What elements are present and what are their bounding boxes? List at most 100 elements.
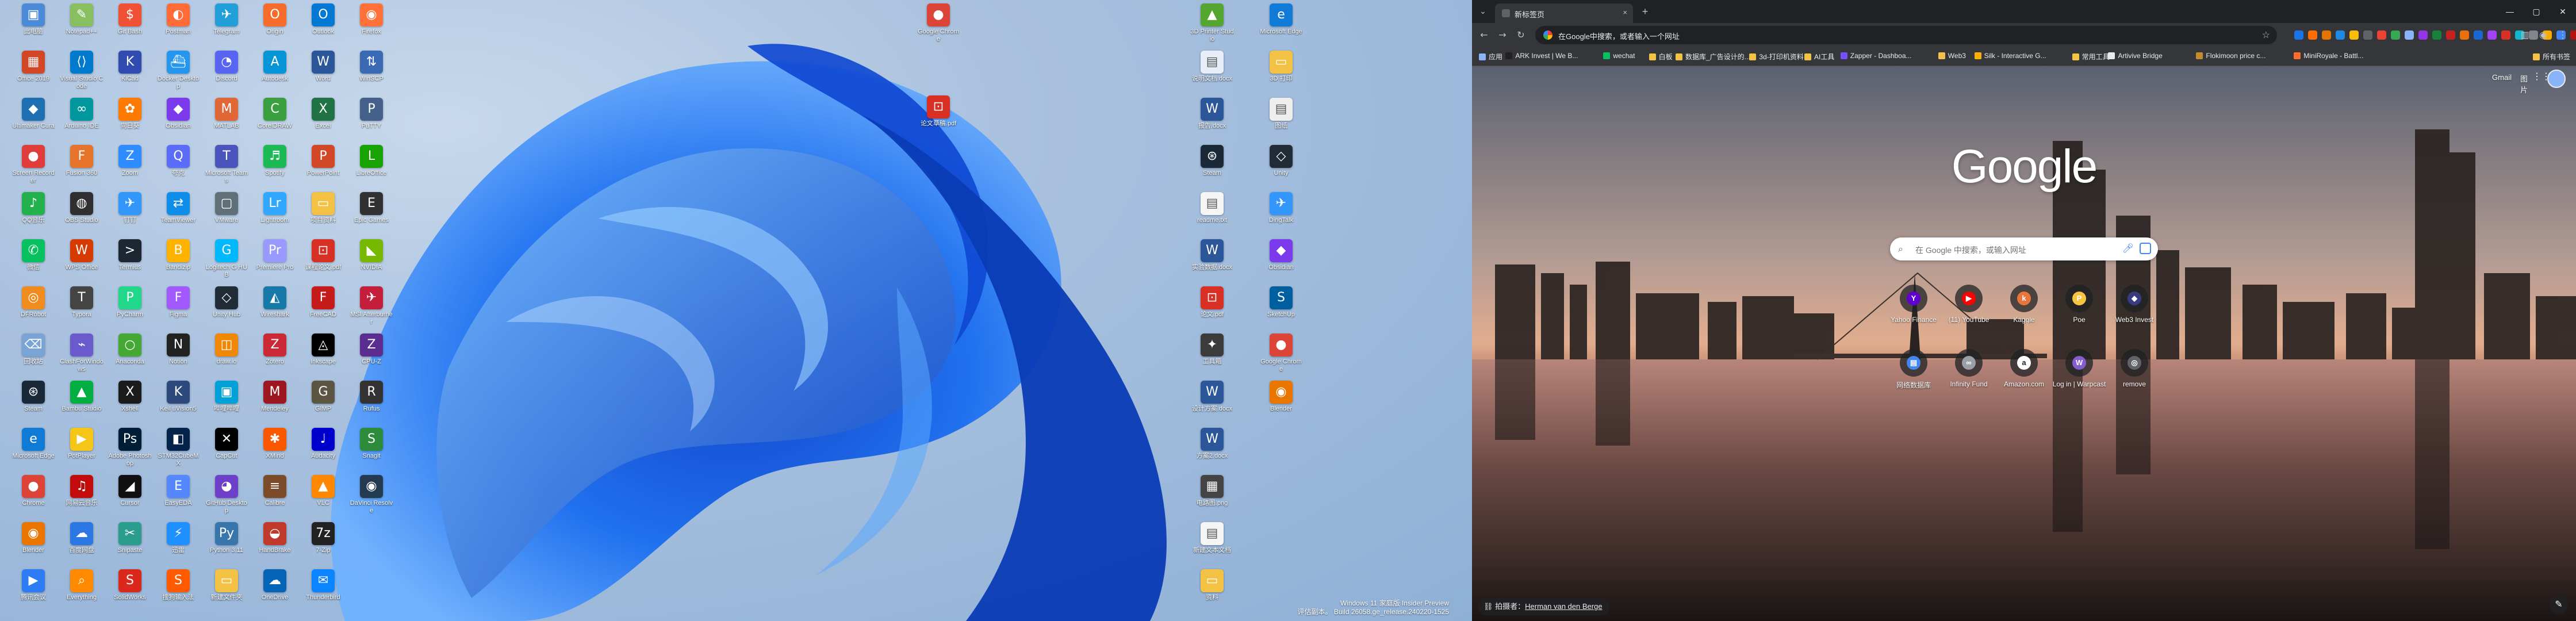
desktop-icon[interactable]: G GIMP: [301, 379, 345, 413]
ntp-search-box[interactable]: ⌕ 在 Google 中搜索，或输入网址 🎤︎: [1890, 237, 2158, 260]
desktop-icon[interactable]: C CorelDRAW: [253, 97, 297, 130]
bookmark-item[interactable]: wechat: [1603, 52, 1635, 60]
desktop-icon[interactable]: ◇ Unity Hub: [205, 285, 248, 319]
desktop-icon[interactable]: E Epic Games: [350, 191, 393, 224]
desktop-icon[interactable]: ◔ Discord: [205, 49, 248, 83]
desktop-icon[interactable]: 7z 7-Zip: [301, 521, 345, 554]
desktop-icon[interactable]: ⊡ 论文.pdf: [1190, 285, 1234, 319]
desktop-icon[interactable]: ● Google Chrome: [917, 2, 960, 43]
extension-icon[interactable]: [2570, 30, 2576, 40]
bookmark-item[interactable]: Web3: [1938, 52, 1966, 60]
desktop-icon[interactable]: ✱ XMind: [253, 427, 297, 460]
desktop-icon[interactable]: W 设计方案.docx: [1190, 379, 1234, 413]
desktop-icon[interactable]: S Snagit: [350, 427, 393, 460]
bookmark-item[interactable]: Flokimoon price c...: [2196, 52, 2266, 60]
bookmark-item[interactable]: 数据库_广告设计的...: [1676, 52, 1750, 62]
extension-icon[interactable]: [2308, 30, 2317, 40]
desktop-icon[interactable]: ✈ DingTalk: [1259, 191, 1303, 224]
desktop-icon[interactable]: > Termius: [108, 238, 152, 271]
desktop-icon[interactable]: ◭ Wireshark: [253, 285, 297, 319]
shortcut-tile[interactable]: W Log in | Warpcast: [2052, 349, 2107, 388]
desktop-icon[interactable]: ▭ 资料: [1190, 568, 1234, 601]
close-window-button[interactable]: ✕: [2550, 0, 2576, 23]
desktop-icon[interactable]: K Keil uVision5: [156, 379, 200, 413]
desktop-icon[interactable]: W 报告.docx: [1190, 97, 1234, 130]
images-link[interactable]: 图片: [2520, 73, 2528, 95]
desktop-icon[interactable]: ◉ Blender: [12, 521, 55, 554]
desktop-icon[interactable]: Z CPU-Z: [350, 332, 393, 366]
desktop-icon[interactable]: ▲ 3D Printer Studio: [1190, 2, 1234, 43]
desktop-icon[interactable]: ▦ 电路图.png: [1190, 474, 1234, 507]
desktop-icon[interactable]: P PuTTY: [350, 97, 393, 130]
desktop-icon[interactable]: e Microsoft Edge: [1259, 2, 1303, 36]
desktop-icon[interactable]: ▭ 项目资料: [301, 191, 345, 224]
desktop-icon[interactable]: M MATLAB: [205, 97, 248, 130]
desktop-icon[interactable]: ♫ 网易云音乐: [60, 474, 103, 507]
desktop-icon[interactable]: Z Zoom: [108, 144, 152, 177]
desktop-icon[interactable]: N Notion: [156, 332, 200, 366]
desktop-icon[interactable]: ◣ NVIDIA: [350, 238, 393, 271]
desktop-icon[interactable]: ✂ Snipaste: [108, 521, 152, 554]
voice-search-icon[interactable]: 🎤︎: [2122, 243, 2134, 254]
desktop-icon[interactable]: S 搜狗输入法: [156, 568, 200, 601]
desktop-icon[interactable]: ⌁ ClashForWindows: [60, 332, 103, 373]
account-avatar[interactable]: [2547, 70, 2566, 88]
shortcut-tile[interactable]: ◎ remove: [2107, 349, 2162, 388]
shortcut-tile[interactable]: ∞ Infinity Fund: [1941, 349, 1996, 388]
desktop-icon[interactable]: ✕ CapCut: [205, 427, 248, 460]
desktop-icon[interactable]: ≡ Calibre: [253, 474, 297, 507]
extension-icon[interactable]: [2487, 30, 2497, 40]
desktop-icon[interactable]: T Microsoft Teams: [205, 144, 248, 185]
desktop-icon[interactable]: ◉ Firefox: [350, 2, 393, 36]
desktop-icon[interactable]: ◒ HandBrake: [253, 521, 297, 554]
all-bookmarks[interactable]: 所有书签: [2532, 52, 2570, 62]
google-apps-icon[interactable]: ⋮⋮⋮: [2532, 72, 2560, 82]
desktop-icon[interactable]: ▲ VLC: [301, 474, 345, 507]
desktop-icon[interactable]: Q 夸克: [156, 144, 200, 177]
bookmark-item[interactable]: Silk - Interactive G...: [1974, 52, 2046, 60]
bookmark-item[interactable]: 白板: [1649, 52, 1673, 62]
desktop-icon[interactable]: O Outlook: [301, 2, 345, 36]
shortcut-tile[interactable]: P Poe: [2052, 285, 2107, 324]
desktop-icon[interactable]: ✉ Thunderbird: [301, 568, 345, 601]
menu-icon[interactable]: ⋮: [2555, 28, 2570, 42]
desktop-icon[interactable]: ⊛ Steam: [12, 379, 55, 413]
tab-new-tab[interactable]: 新标签页 ×: [1495, 3, 1633, 23]
gmail-link[interactable]: Gmail: [2492, 73, 2512, 82]
extension-icon[interactable]: [2446, 30, 2455, 40]
desktop-icon[interactable]: K KiCad: [108, 49, 152, 83]
desktop-icon[interactable]: ⊡ 课程论文.pdf: [301, 238, 345, 271]
desktop-icon[interactable]: ▶ PotPlayer: [60, 427, 103, 460]
desktop-icon[interactable]: W 方案2.docx: [1190, 427, 1234, 460]
desktop-icon[interactable]: ◉ Blender: [1259, 379, 1303, 413]
desktop-icon[interactable]: ☁ OneDrive: [253, 568, 297, 601]
profile-icon[interactable]: ◉: [2536, 28, 2551, 42]
desktop-icon[interactable]: ◆ Obsidian: [1259, 238, 1303, 271]
desktop-icon[interactable]: R Rufus: [350, 379, 393, 413]
desktop-icon[interactable]: ◕ GitHub Desktop: [205, 474, 248, 515]
desktop-icon[interactable]: ● Screen Recorder: [12, 144, 55, 185]
desktop-icon[interactable]: Pr Premiere Pro: [253, 238, 297, 271]
extension-icon[interactable]: [2363, 30, 2372, 40]
desktop-icon[interactable]: T Typora: [60, 285, 103, 319]
extension-icon[interactable]: [2377, 30, 2386, 40]
desktop-icon[interactable]: W 实验数据.docx: [1190, 238, 1234, 271]
desktop-icon[interactable]: ◉ DaVinci Resolve: [350, 474, 393, 515]
desktop-icon[interactable]: S SketchUp: [1259, 285, 1303, 319]
desktop-icon[interactable]: ▦ Office 2019: [12, 49, 55, 83]
bookmark-item[interactable]: ARK Invest | We B...: [1505, 52, 1578, 60]
desktop-icon[interactable]: ▣ 此电脑: [12, 2, 55, 36]
shortcut-tile[interactable]: a Amazon.com: [1996, 349, 2052, 388]
desktop-icon[interactable]: ⊡ 论文草稿.pdf: [917, 94, 960, 128]
desktop-icon[interactable]: F Figma: [156, 285, 200, 319]
desktop-icon[interactable]: ⌫ 回收站: [12, 332, 55, 366]
desktop-icon[interactable]: ⚡ 迅雷: [156, 521, 200, 554]
new-tab-button[interactable]: +: [1638, 5, 1653, 18]
desktop-icon[interactable]: Z Zotero: [253, 332, 297, 366]
desktop-icon[interactable]: O Origin: [253, 2, 297, 36]
desktop-icon[interactable]: ✈ 钉钉: [108, 191, 152, 224]
forward-icon[interactable]: →: [1495, 28, 1510, 42]
desktop-icon[interactable]: ● Google Chrome: [1259, 332, 1303, 373]
desktop-icon[interactable]: X Excel: [301, 97, 345, 130]
google-lens-icon[interactable]: [2140, 243, 2151, 254]
